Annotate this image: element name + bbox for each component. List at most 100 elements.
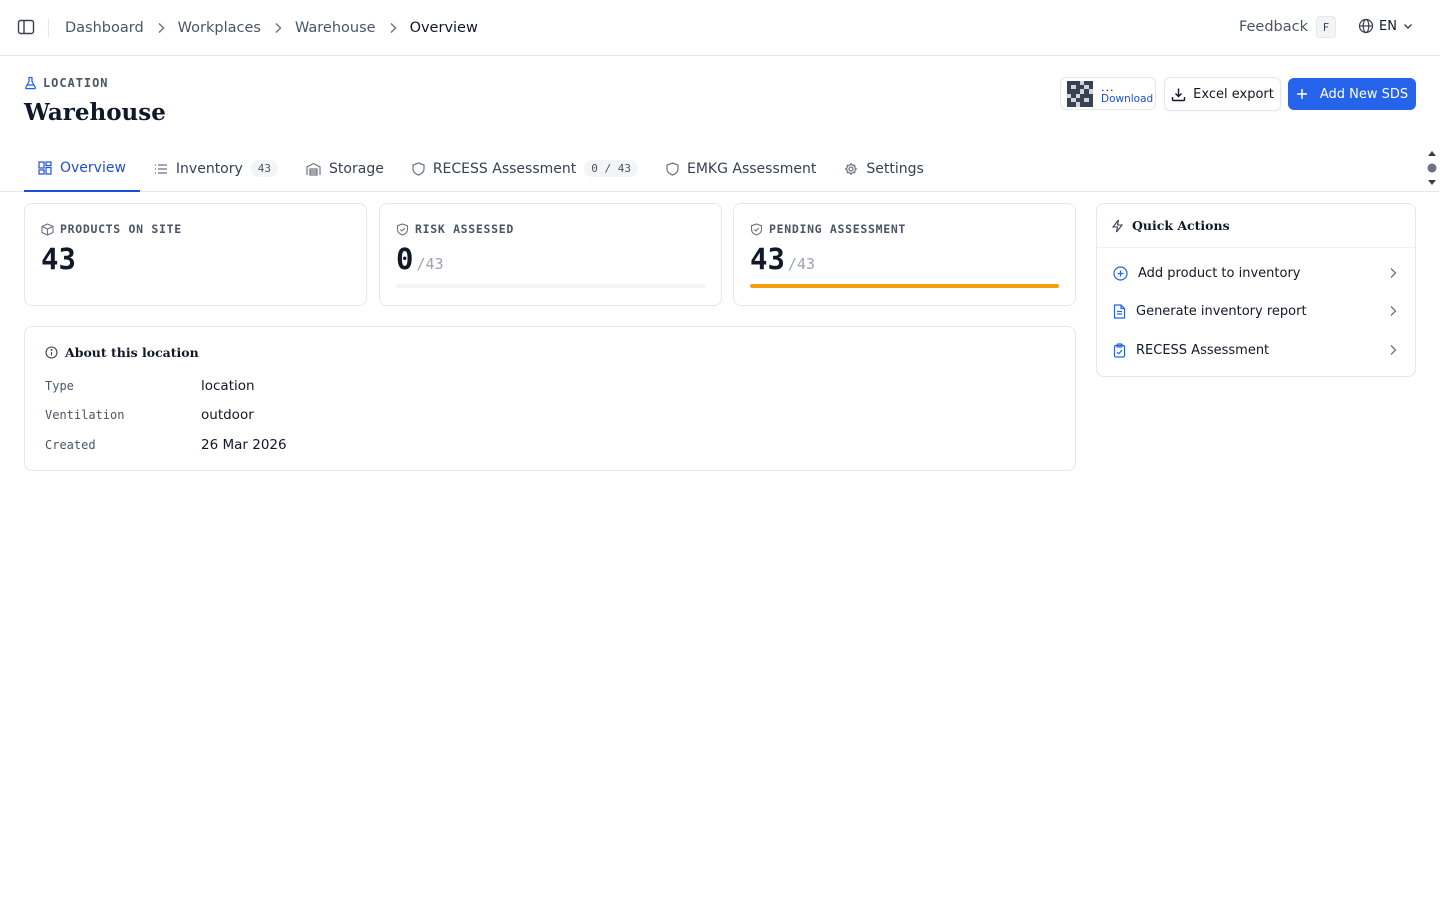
chevron-right-icon	[1390, 306, 1397, 316]
add-new-sds-label: Add New SDS	[1319, 86, 1409, 102]
tab-emkg-assessment[interactable]: EMKG Assessment	[652, 146, 830, 191]
tab-label: Settings	[866, 160, 924, 177]
tab-settings[interactable]: Settings	[830, 146, 937, 191]
file-text-icon	[1113, 303, 1126, 319]
shield-check-icon	[750, 222, 763, 236]
tab-label: RECESS Assessment	[432, 160, 577, 177]
tab-bar: Overview Inventory 43 Storage RECESS Ass…	[24, 146, 938, 192]
about-key: Ventilation	[45, 408, 125, 422]
pending-progress	[750, 284, 1059, 288]
pending-assessment-card: PENDING ASSESSMENT 43 /43	[733, 203, 1076, 306]
clipboard-check-icon	[1113, 342, 1126, 358]
shield-check-icon	[396, 222, 409, 236]
tab-label: Overview	[60, 160, 126, 176]
flask-icon	[25, 76, 36, 90]
plus-icon	[1296, 89, 1307, 99]
stat-label: PENDING ASSESSMENT	[769, 222, 907, 236]
feedback-label: Feedback	[1238, 19, 1308, 35]
lightning-icon	[1111, 219, 1124, 232]
inventory-count-badge: 43	[250, 160, 279, 177]
quick-action-label: Generate inventory report	[1136, 303, 1307, 319]
tab-recess-assessment[interactable]: RECESS Assessment 0 / 43	[398, 146, 652, 191]
caret-up-icon[interactable]	[1427, 150, 1437, 157]
quick-action-label: RECESS Assessment	[1136, 342, 1270, 358]
tab-scroll-control[interactable]	[1426, 150, 1438, 186]
risk-assessed-card: RISK ASSESSED 0 /43	[379, 203, 722, 306]
about-value: location	[201, 378, 255, 394]
location-kicker: LOCATION	[24, 76, 108, 90]
topbar-divider	[48, 18, 49, 38]
tab-inventory[interactable]: Inventory 43	[140, 146, 292, 191]
risk-assessed-progress	[396, 284, 706, 288]
about-value: 26 Mar 2026	[201, 437, 287, 453]
package-icon	[41, 222, 54, 236]
tab-overview[interactable]: Overview	[24, 146, 140, 192]
breadcrumb-dashboard[interactable]: Dashboard	[65, 20, 144, 36]
quick-action-recess-assessment[interactable]: RECESS Assessment	[1097, 332, 1415, 368]
recess-progress-badge: 0 / 43	[584, 160, 638, 177]
breadcrumb-overview: Overview	[409, 20, 478, 36]
risk-assessed-total: /43	[416, 255, 444, 273]
feedback-button[interactable]: Feedback F	[1239, 16, 1336, 38]
page-title: Warehouse	[24, 99, 166, 126]
risk-assessed-count: 0	[396, 242, 414, 276]
pending-total: /43	[787, 255, 816, 273]
plus-circle-icon	[1113, 265, 1128, 281]
add-new-sds-button[interactable]: Add New SDS	[1288, 78, 1416, 110]
tab-label: EMKG Assessment	[686, 160, 817, 177]
quick-actions-title: Quick Actions	[1132, 218, 1230, 233]
globe-icon	[1358, 18, 1374, 34]
scroll-thumb[interactable]	[1427, 163, 1437, 173]
breadcrumb-warehouse[interactable]: Warehouse	[295, 20, 376, 36]
chevron-down-icon	[1404, 24, 1412, 29]
pending-progress-fill	[750, 284, 1059, 288]
about-row-created: Created 26 Mar 2026	[45, 437, 287, 453]
chevron-right-icon	[1390, 268, 1397, 278]
feedback-shortcut-key: F	[1316, 16, 1336, 38]
location-kicker-text: LOCATION	[43, 76, 109, 90]
caret-down-icon[interactable]	[1427, 179, 1437, 186]
tab-label: Inventory	[175, 160, 243, 177]
about-key: Type	[45, 379, 74, 393]
chevron-right-icon	[1390, 345, 1397, 355]
quick-action-generate-report[interactable]: Generate inventory report	[1097, 293, 1415, 329]
about-row-type: Type location	[45, 378, 255, 394]
quick-actions-card: Quick Actions Add product to inventory G…	[1096, 203, 1416, 377]
about-row-ventilation: Ventilation outdoor	[45, 407, 254, 423]
quick-action-label: Add product to inventory	[1138, 265, 1301, 281]
about-title: About this location	[65, 345, 199, 360]
about-location-card: About this location Type location Ventil…	[24, 326, 1076, 471]
excel-export-button[interactable]: Excel export	[1164, 77, 1281, 111]
quick-action-add-product[interactable]: Add product to inventory	[1097, 255, 1415, 291]
download-icon	[1171, 88, 1186, 101]
qr-download-link[interactable]: Download	[1101, 94, 1153, 105]
qr-code-download[interactable]: ... Download	[1060, 77, 1156, 110]
excel-export-label: Excel export	[1193, 86, 1274, 102]
stat-label: PRODUCTS ON SITE	[60, 222, 182, 236]
chevron-right-icon	[261, 22, 295, 34]
sidebar-toggle-icon[interactable]	[17, 18, 35, 36]
breadcrumb: Dashboard Workplaces Warehouse Overview	[65, 18, 478, 38]
top-bar: Dashboard Workplaces Warehouse Overview …	[0, 0, 1440, 56]
language-selector[interactable]: EN	[1358, 18, 1414, 34]
qr-dots: ...	[1101, 81, 1115, 95]
shield-icon	[666, 161, 679, 176]
info-icon	[45, 346, 58, 359]
language-label: EN	[1379, 18, 1397, 34]
about-value: outdoor	[201, 407, 254, 423]
breadcrumb-workplaces[interactable]: Workplaces	[178, 20, 261, 36]
pending-count: 43	[750, 242, 785, 276]
qr-code-icon	[1067, 80, 1093, 107]
about-key: Created	[45, 438, 96, 452]
products-on-site-card: PRODUCTS ON SITE 43	[24, 203, 367, 306]
chevron-right-icon	[144, 22, 178, 34]
shield-icon	[412, 161, 425, 176]
gear-icon	[845, 162, 858, 175]
warehouse-icon	[306, 162, 321, 176]
products-count: 43	[41, 242, 76, 276]
chevron-right-icon	[376, 22, 410, 34]
tab-storage[interactable]: Storage	[292, 146, 398, 191]
stat-label: RISK ASSESSED	[415, 222, 514, 236]
list-icon	[154, 163, 167, 174]
layout-dashboard-icon	[38, 161, 52, 175]
